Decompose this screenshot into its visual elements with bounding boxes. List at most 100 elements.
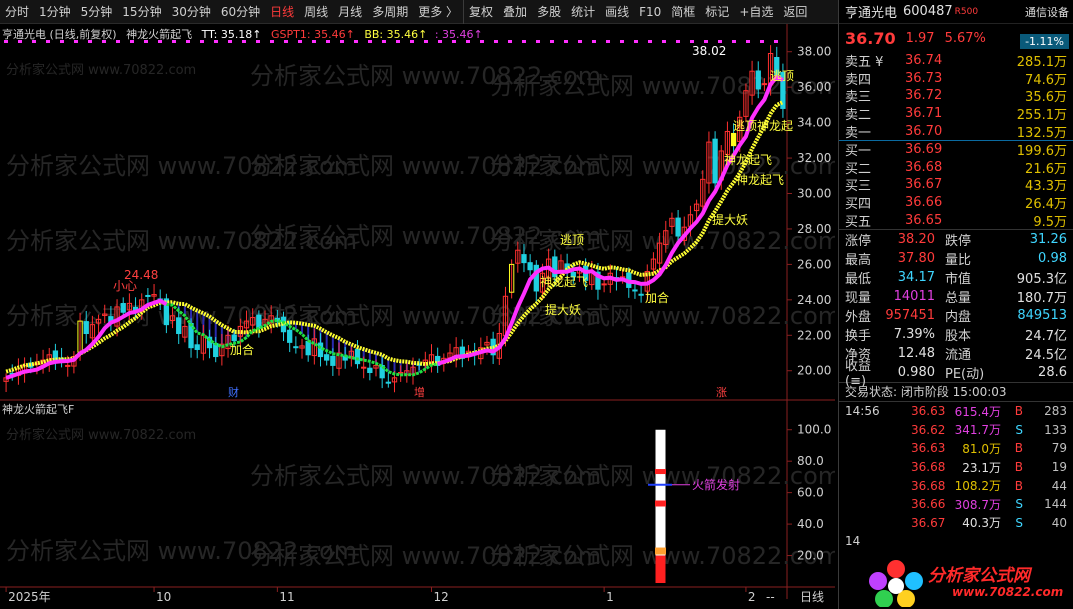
sector-button[interactable]: 通信设备 — [1025, 4, 1069, 20]
toolbar-item-3[interactable]: 15分钟 — [117, 0, 166, 24]
toolbar-item-10[interactable]: 更多 〉 — [413, 0, 463, 24]
toolbar-item-8[interactable]: 月线 — [333, 0, 367, 24]
toolbar-item-4[interactable]: 30分钟 — [167, 0, 216, 24]
logo-url: www.70822.com — [952, 585, 1064, 599]
sub-y-tick-label: 40.0 — [797, 517, 824, 531]
stat-v1: 37.80 — [897, 250, 935, 266]
ask-name: 卖二 — [845, 108, 872, 124]
ask-row: 卖四 36.73 74.6万 — [839, 70, 1073, 88]
logo-title: 分析家公式网 — [928, 566, 1030, 586]
bid-name: 买四 — [845, 197, 872, 213]
y-tick-label: 22.00 — [797, 328, 831, 342]
stat-k2: 跌停 — [945, 233, 972, 249]
toolbar-item-14[interactable]: 统计 — [566, 0, 600, 24]
toolbar-item-16[interactable]: F10 — [634, 0, 666, 24]
toolbar-item-19[interactable]: +自选 — [734, 0, 778, 24]
toolbar-item-13[interactable]: 多股 — [532, 0, 566, 24]
signal-dot — [732, 40, 736, 43]
x-period-label: 日线 — [800, 590, 824, 604]
bid-book: 买一 36.69 199.6万 买二 36.68 21.6万 买三 36.67 43.3万 买四 3… — [839, 141, 1073, 229]
toolbar-item-12[interactable]: 叠加 — [498, 0, 532, 24]
y-tick-label: 36.00 — [797, 80, 831, 94]
kline-chart-area[interactable]: 分析家公式网 www.70822.com 分析家公式网 www.70822.com… — [0, 24, 835, 609]
ask-name: 卖四 — [845, 72, 872, 88]
signal-dot — [760, 40, 764, 43]
ask-name: 卖三 — [845, 90, 872, 106]
legend-indicator[interactable]: 神龙火箭起飞 — [126, 28, 192, 41]
toolbar-item-5[interactable]: 60分钟 — [216, 0, 265, 24]
signal-dot — [578, 40, 582, 43]
stat-row: 最高 37.80 量比 0.98 — [839, 249, 1073, 268]
tick-td: S — [1015, 515, 1023, 530]
ask-row: 卖五 ¥ 36.74 285.1万 — [839, 52, 1073, 70]
candle-body — [293, 346, 299, 349]
bid-price: 36.69 — [905, 142, 943, 158]
toolbar-item-2[interactable]: 5分钟 — [76, 0, 118, 24]
toolbar-item-11[interactable]: 复权 — [463, 0, 498, 24]
bid-price: 36.68 — [905, 159, 943, 175]
candle-body — [385, 381, 391, 384]
annotation-label: 财 — [228, 385, 239, 399]
toolbar-item-20[interactable]: 返回 — [778, 0, 812, 24]
annotation-label: 加合 — [645, 290, 669, 305]
candle-body — [83, 321, 89, 335]
candle-body — [354, 348, 361, 365]
tick-row: 36.68 23.1万 B 19 — [839, 458, 1073, 477]
signal-dot — [690, 40, 694, 43]
ask-price: 36.74 — [905, 53, 943, 69]
y-tick-label: 28.00 — [797, 222, 831, 236]
tick-tc: 133 — [1044, 422, 1067, 437]
last-price: 36.70 — [845, 28, 896, 48]
toolbar-item-18[interactable]: 标记 — [700, 0, 734, 24]
flower-logo-icon — [869, 560, 923, 608]
tick-tp: 36.68 — [911, 478, 946, 493]
tick-td: B — [1014, 441, 1023, 456]
tick-list[interactable]: 14:56 36.63 615.4万 B 283 36.62 341.7万 S 133 36.63… — [839, 402, 1073, 551]
tick-tc: 283 — [1044, 404, 1067, 419]
toolbar-item-6[interactable]: 日线 — [265, 0, 299, 24]
annotation-label: 涨 — [716, 386, 727, 399]
toolbar-item-17[interactable]: 简框 — [666, 0, 700, 24]
annotation-label: 提大妖 — [545, 302, 581, 317]
legend-gspt: GSPT1: 35.46↑ — [271, 28, 355, 41]
candle-body — [521, 254, 527, 264]
toolbar-item-15[interactable]: 画线 — [600, 0, 634, 24]
annotation-label: 提大妖 — [712, 212, 748, 227]
signal-dot — [676, 40, 680, 43]
annotation-label: 加合 — [230, 342, 254, 357]
signal-dot — [746, 40, 750, 43]
signal-dot — [550, 40, 554, 43]
watermark-text: 分析家公式网 www.70822.com — [6, 62, 196, 78]
toolbar-item-7[interactable]: 周线 — [299, 0, 333, 24]
quote-stats: 涨停 38.20 跌停 31.26 最高 37.80 量比 0.98 最低 34.17 市值 905.… — [839, 230, 1073, 390]
tick-row: 14:56 36.63 615.4万 B 283 — [839, 402, 1073, 421]
stat-row: 涨停 38.20 跌停 31.26 — [839, 230, 1073, 249]
ask-qty: 255.1万 — [1016, 108, 1067, 124]
quote-panel: 亨通光电 600487 R500 通信设备 36.70 1.97 5.67% -… — [838, 0, 1073, 609]
candle-body — [120, 303, 126, 313]
legend-bb: BB: 35.46↑ — [364, 28, 428, 41]
price-change: 1.97 — [905, 30, 935, 46]
tick-tp: 36.67 — [911, 515, 946, 530]
annotation-label: 逃顶 — [770, 69, 794, 83]
candle-body — [638, 293, 644, 296]
tick-tp: 36.63 — [911, 441, 946, 456]
tick-tp: 36.62 — [911, 422, 946, 437]
toolbar-item-1[interactable]: 1分钟 — [34, 0, 76, 24]
sub-y-tick-label: 20.0 — [797, 549, 824, 563]
bid-price: 36.66 — [905, 195, 943, 211]
stat-k1: 现量 — [845, 290, 872, 306]
stat-v1: 7.39% — [893, 326, 935, 342]
stat-v2: 24.7亿 — [1025, 328, 1067, 344]
stat-v2: 180.7万 — [1016, 290, 1067, 306]
signal-dot — [508, 40, 512, 43]
legend-last: : 35.46↑ — [434, 28, 483, 41]
stat-k1: 最高 — [845, 252, 872, 268]
kline-chart-svg[interactable]: 分析家公式网 www.70822.com 分析家公式网 www.70822.com… — [0, 24, 835, 609]
stat-row: 最低 34.17 市值 905.3亿 — [839, 268, 1073, 287]
toolbar-item-9[interactable]: 多周期 — [367, 0, 413, 24]
toolbar-item-0[interactable]: 分时 — [0, 0, 34, 24]
annotation-label: 小心 — [113, 279, 137, 293]
annotation-label: 神龙起飞 — [724, 153, 772, 167]
sub-legend-name[interactable]: 神龙火箭起飞F — [2, 403, 74, 416]
